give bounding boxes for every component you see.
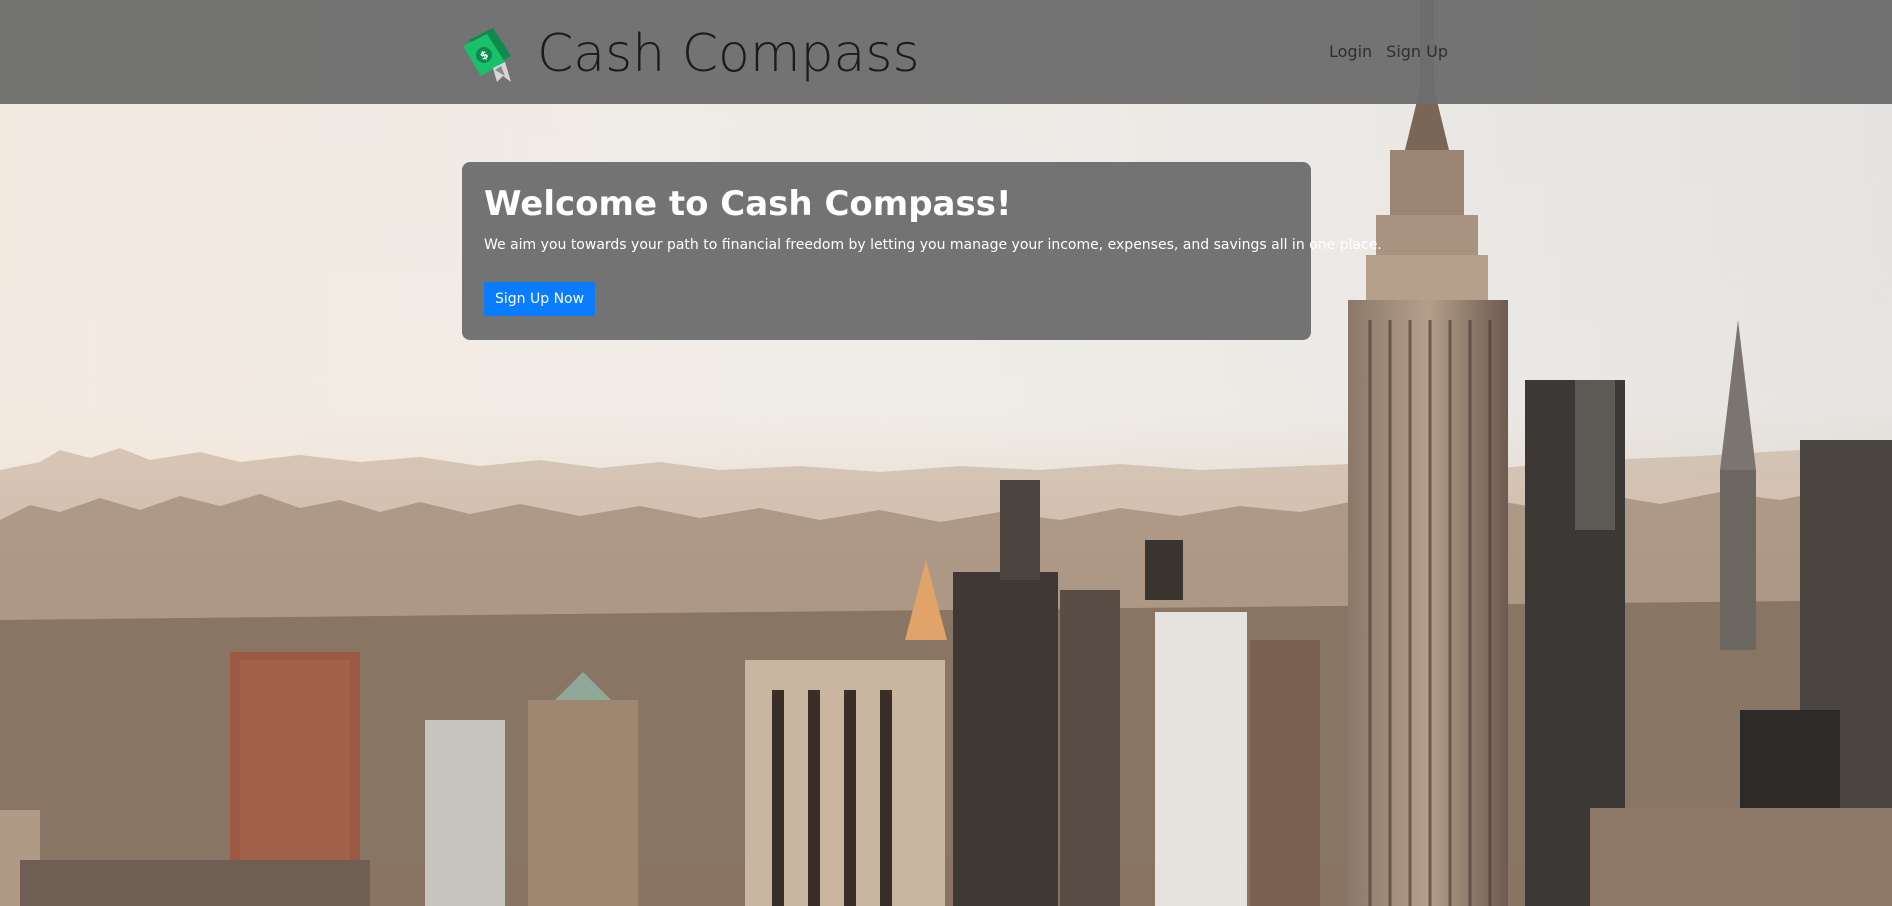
welcome-title: Welcome to Cash Compass! bbox=[484, 184, 1012, 224]
background-city-image bbox=[0, 0, 1892, 906]
nav-links: Login Sign Up bbox=[1329, 42, 1448, 61]
money-bill-icon: $ bbox=[459, 26, 513, 82]
signup-link[interactable]: Sign Up bbox=[1386, 42, 1448, 61]
brand[interactable]: $ Cash Compass bbox=[459, 22, 920, 86]
top-navbar: $ Cash Compass Login Sign Up bbox=[0, 0, 1892, 104]
sign-up-now-button[interactable]: Sign Up Now bbox=[484, 282, 596, 317]
welcome-subtitle: We aim you towards your path to financia… bbox=[484, 237, 1382, 254]
welcome-card: Welcome to Cash Compass! We aim you towa… bbox=[462, 162, 1382, 340]
login-link[interactable]: Login bbox=[1329, 42, 1372, 61]
brand-name: Cash Compass bbox=[537, 24, 920, 84]
